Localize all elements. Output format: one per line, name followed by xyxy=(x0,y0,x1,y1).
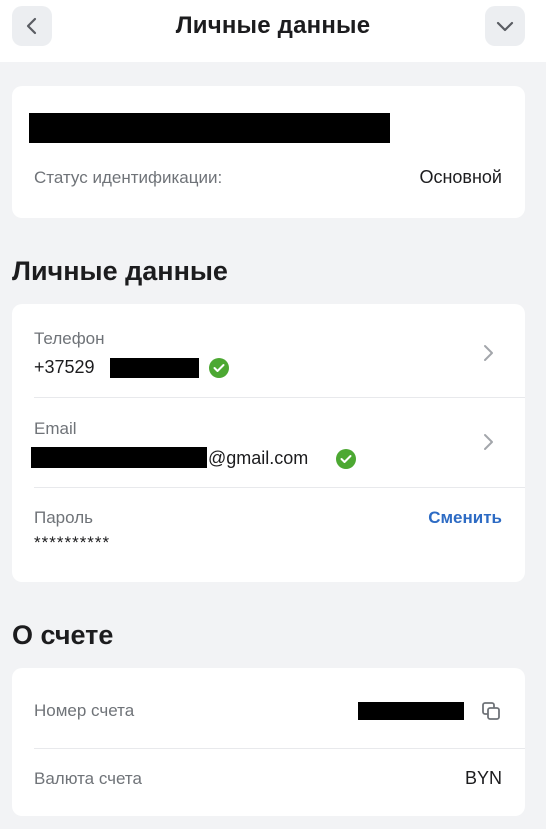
redacted-email xyxy=(31,447,207,468)
redacted-name xyxy=(29,113,390,143)
phone-row[interactable]: Телефон +37529 xyxy=(12,304,525,397)
change-password-link[interactable]: Сменить xyxy=(428,508,502,528)
password-row: Пароль ********** Сменить xyxy=(12,488,525,582)
identification-status-label: Статус идентификации: xyxy=(34,168,223,187)
redacted-account-number xyxy=(358,702,464,720)
email-row[interactable]: Email @gmail.com xyxy=(12,398,525,487)
identification-card: Статус идентификации: Основной xyxy=(12,86,525,218)
phone-label: Телефон xyxy=(34,329,105,348)
password-label: Пароль xyxy=(34,508,93,527)
account-section-title: О счете xyxy=(12,620,114,650)
redacted-phone xyxy=(110,358,199,378)
currency-value: BYN xyxy=(464,768,502,788)
phone-prefix: +37529 xyxy=(34,357,95,377)
dropdown-button[interactable] xyxy=(485,6,525,46)
account-card: Номер счета Валюта счета BYN xyxy=(12,668,525,816)
phone-verified-icon xyxy=(209,358,229,378)
page-title: Личные данные xyxy=(175,12,371,39)
divider xyxy=(34,748,525,749)
password-value: ********** xyxy=(34,533,111,552)
copy-button[interactable] xyxy=(480,700,504,724)
email-verified-icon xyxy=(336,449,356,469)
chevron-down-icon xyxy=(496,21,514,32)
chevron-right-icon xyxy=(484,345,493,361)
email-domain: @gmail.com xyxy=(208,448,309,468)
copy-icon xyxy=(482,702,500,720)
top-bar: Личные данные xyxy=(0,0,546,62)
personal-section-title: Личные данные xyxy=(12,256,228,286)
account-number-label: Номер счета xyxy=(34,701,135,720)
currency-label: Валюта счета xyxy=(34,769,142,788)
personal-data-card: Телефон +37529 Email @gmail.com Пароль *… xyxy=(12,304,525,582)
identification-status-value: Основной xyxy=(419,167,502,187)
email-label: Email xyxy=(34,419,77,438)
chevron-right-icon xyxy=(484,434,493,450)
